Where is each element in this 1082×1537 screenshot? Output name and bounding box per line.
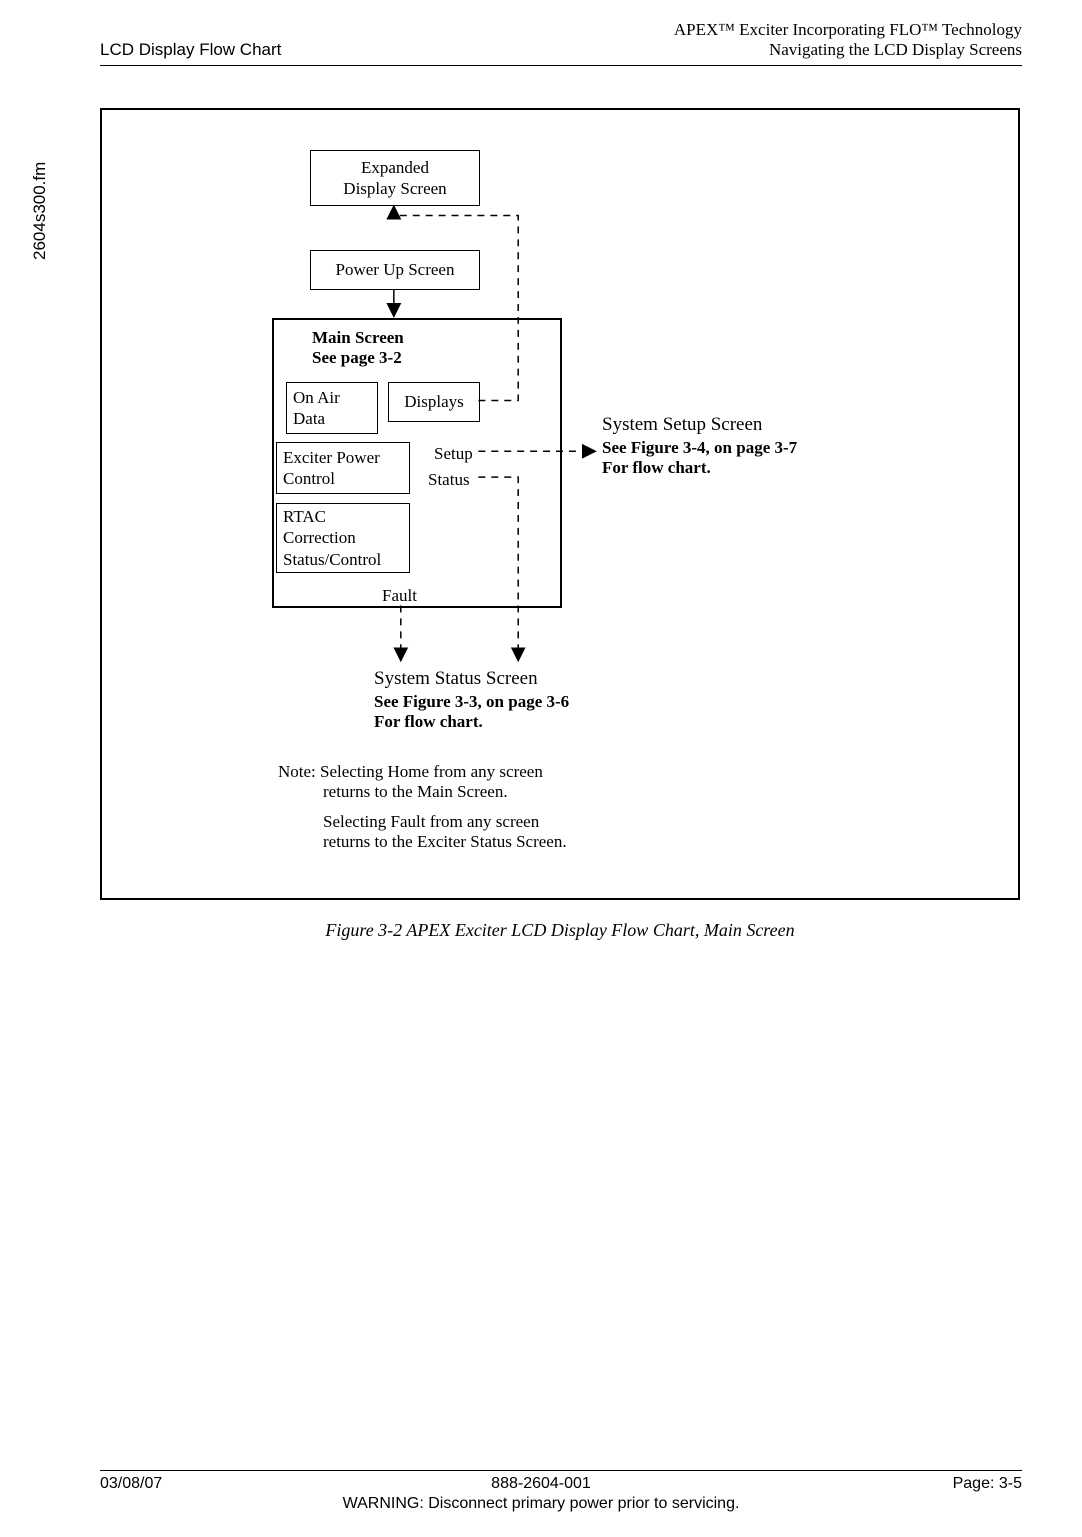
setup-label: Setup	[434, 444, 473, 464]
page: LCD Display Flow Chart APEX™ Exciter Inc…	[0, 0, 1082, 1537]
header-rule	[100, 65, 1022, 66]
side-filename: 2604s300.fm	[30, 162, 50, 260]
main-screen-title-l1: Main Screen	[312, 328, 512, 348]
exciter-l1: Exciter Power	[283, 447, 380, 468]
exciter-l2: Control	[283, 468, 380, 489]
footer-warning: WARNING: Disconnect primary power prior …	[0, 1495, 1082, 1513]
rtac-l3: Status/Control	[283, 549, 381, 570]
footer-docnum: 888-2604-001	[0, 1475, 1082, 1493]
system-status-sub1: See Figure 3-3, on page 3-6	[374, 692, 569, 712]
figure-caption: Figure 3-2 APEX Exciter LCD Display Flow…	[100, 920, 1020, 941]
power-up-box: Power Up Screen	[310, 250, 480, 290]
rtac-l1: RTAC	[283, 506, 381, 527]
expanded-display-label: Expanded Display Screen	[343, 157, 446, 200]
note-2a: Selecting Fault from any screen	[323, 812, 539, 832]
on-air-data-box: On Air Data	[286, 382, 378, 434]
rtac-box: RTAC Correction Status/Control	[276, 503, 410, 573]
expanded-display-box: Expanded Display Screen	[310, 150, 480, 206]
on-air-l1: On Air	[293, 387, 340, 408]
status-label: Status	[428, 470, 470, 490]
figure-frame: Expanded Display Screen Power Up Screen …	[100, 108, 1020, 900]
header-left: LCD Display Flow Chart	[100, 40, 281, 60]
system-setup-title: System Setup Screen	[602, 414, 762, 436]
displays-box: Displays	[388, 382, 480, 422]
header-right-top: APEX™ Exciter Incorporating FLO™ Technol…	[674, 20, 1022, 40]
displays-label: Displays	[404, 391, 464, 412]
main-screen-title-l2: See page 3-2	[312, 348, 512, 368]
rtac-l2: Correction	[283, 527, 381, 548]
main-screen-title: Main Screen See page 3-2	[312, 328, 512, 368]
header-right-bottom: Navigating the LCD Display Screens	[769, 40, 1022, 60]
note-2b: returns to the Exciter Status Screen.	[323, 832, 567, 852]
fault-label: Fault	[382, 586, 417, 606]
footer-rule	[100, 1470, 1022, 1471]
system-setup-sub1: See Figure 3-4, on page 3-7	[602, 438, 797, 458]
power-up-label: Power Up Screen	[336, 259, 455, 280]
exciter-power-control-box: Exciter Power Control	[276, 442, 410, 494]
system-setup-sub2: For flow chart.	[602, 458, 711, 478]
note-1b: returns to the Main Screen.	[323, 782, 508, 802]
note-1a: Note: Selecting Home from any screen	[278, 762, 543, 782]
system-status-sub2: For flow chart.	[374, 712, 483, 732]
on-air-l2: Data	[293, 408, 340, 429]
system-status-title: System Status Screen	[374, 668, 538, 690]
footer-page: Page: 3-5	[953, 1475, 1022, 1493]
